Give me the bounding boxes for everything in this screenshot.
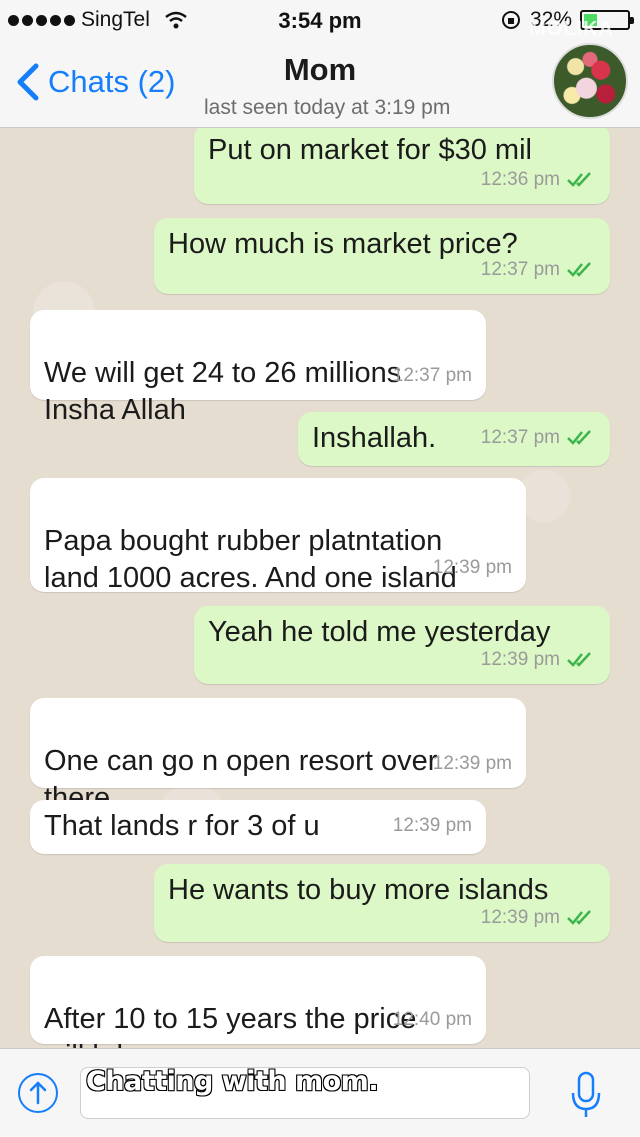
message-time: 12:39 pm [432, 753, 512, 774]
double-check-icon [567, 171, 591, 187]
message-meta: 12:40 pm [393, 1001, 472, 1038]
message-bubble[interactable]: How much is market price? 12:37 pm [154, 218, 610, 294]
double-check-icon [567, 651, 591, 667]
message-meta: 12:39 pm [433, 549, 512, 586]
microphone-icon[interactable] [568, 1069, 604, 1121]
last-seen: last seen today at 3:19 pm [204, 96, 451, 119]
message-bubble[interactable]: Yeah he told me yesterday 12:39 pm [194, 606, 610, 684]
double-check-icon [567, 429, 591, 445]
message-time: 12:39 pm [480, 649, 560, 670]
avatar[interactable] [552, 43, 628, 119]
message-meta: 12:36 pm [481, 161, 596, 198]
chat-area[interactable]: Put on market for $30 mil 12:36 pm How m… [0, 128, 640, 1048]
message-meta: 12:37 pm [393, 357, 472, 394]
message-meta: 12:37 pm [481, 419, 596, 456]
message-text: How much is market price? [168, 228, 518, 260]
orientation-lock-icon [501, 11, 520, 29]
double-check-icon [567, 261, 591, 277]
message-time: 12:37 pm [392, 365, 472, 386]
arrow-up-icon [29, 1081, 47, 1105]
message-bubble[interactable]: That lands r for 3 of u 12:39 pm [30, 800, 486, 854]
message-text: After 10 to 15 years the price will b he… [44, 1003, 417, 1048]
message-time: 12:40 pm [392, 1009, 472, 1030]
message-bubble[interactable]: He wants to buy more islands 12:39 pm [154, 864, 610, 942]
caption-overlay: Chatting with mom. [85, 1065, 380, 1098]
message-text: That lands r for 3 of u [44, 810, 320, 842]
message-bubble[interactable]: Put on market for $30 mil 12:36 pm [194, 128, 610, 204]
message-time: 12:37 pm [480, 427, 560, 448]
watermark: MOLIKA [529, 18, 614, 40]
message-time: 12:36 pm [480, 169, 560, 190]
contact-name[interactable]: Mom [0, 52, 640, 88]
message-bubble[interactable]: Inshallah. 12:37 pm [298, 412, 610, 466]
status-bar: SingTel 3:54 pm 32% MOLIKA [0, 0, 640, 40]
message-bubble[interactable]: We will get 24 to 26 millions Insha Alla… [30, 310, 486, 426]
nav-bar: Chats (2) Mom last seen today at 3:19 pm [0, 40, 640, 128]
message-time: 12:39 pm [392, 815, 472, 836]
message-meta: 12:39 pm [393, 807, 472, 844]
double-check-icon [567, 909, 591, 925]
message-bubble[interactable]: Papa bought rubber platntation land 1000… [30, 478, 526, 594]
message-meta: 12:37 pm [481, 251, 596, 288]
message-time: 12:39 pm [432, 557, 512, 578]
message-text: Papa bought rubber platntation land 1000… [44, 525, 457, 594]
message-bubble[interactable]: After 10 to 15 years the price will b he… [30, 956, 486, 1048]
message-text: Inshallah. [312, 422, 437, 454]
message-time: 12:37 pm [480, 259, 560, 280]
message-meta: 12:39 pm [481, 899, 596, 936]
message-meta: 12:39 pm [433, 745, 512, 782]
message-meta: 12:39 pm [481, 641, 596, 678]
message-time: 12:39 pm [480, 907, 560, 928]
share-button[interactable] [18, 1073, 58, 1113]
message-bubble[interactable]: One can go n open resort over there 12:3… [30, 698, 526, 814]
